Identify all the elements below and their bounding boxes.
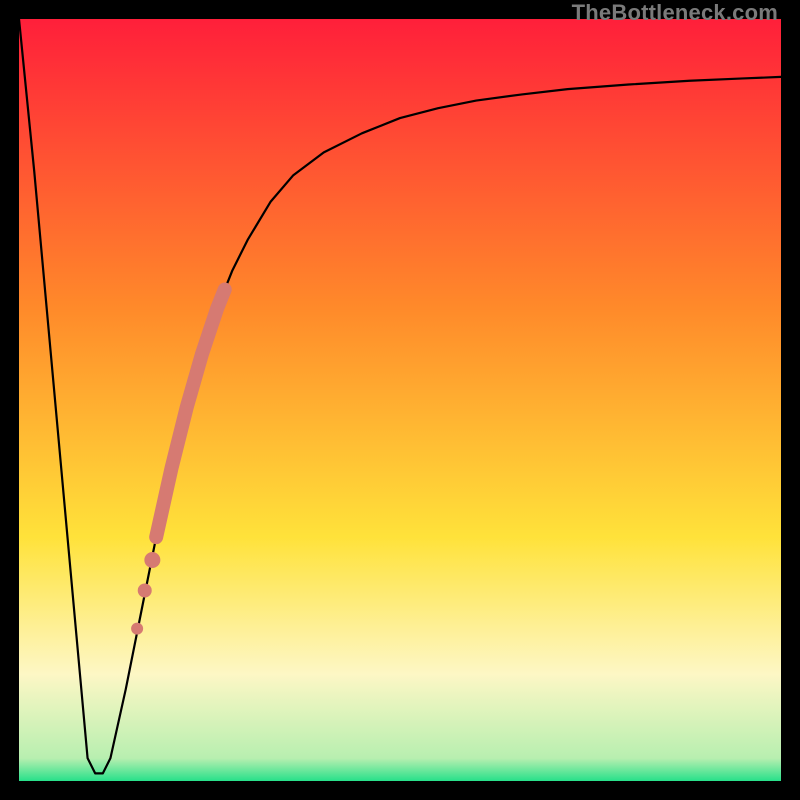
highlight-dot	[131, 623, 143, 635]
chart-svg	[19, 19, 781, 781]
chart-frame: TheBottleneck.com	[0, 0, 800, 800]
highlight-dot	[138, 584, 152, 598]
gradient-background	[19, 19, 781, 781]
watermark-text: TheBottleneck.com	[572, 0, 778, 26]
highlight-dot	[144, 552, 160, 568]
plot-area	[19, 19, 781, 781]
